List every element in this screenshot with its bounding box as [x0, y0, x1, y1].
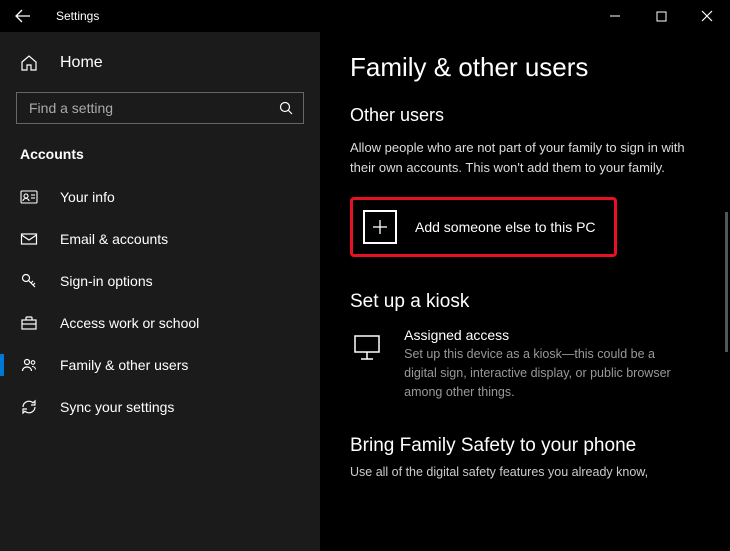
- family-safety-heading: Bring Family Safety to your phone: [350, 435, 690, 457]
- nav-label: Sign-in options: [60, 273, 153, 289]
- nav-email-accounts[interactable]: Email & accounts: [0, 218, 320, 260]
- people-icon: [20, 356, 42, 374]
- nav-label: Access work or school: [60, 315, 199, 331]
- nav-access-work-school[interactable]: Access work or school: [0, 302, 320, 344]
- content-area: Family & other users Other users Allow p…: [320, 32, 730, 551]
- close-button[interactable]: [684, 0, 730, 32]
- nav-label: Email & accounts: [60, 231, 168, 247]
- scrollbar[interactable]: [725, 212, 728, 352]
- home-nav[interactable]: Home: [0, 46, 320, 80]
- briefcase-icon: [20, 314, 42, 332]
- add-user-highlight: Add someone else to this PC: [350, 197, 617, 257]
- plus-icon: [371, 218, 389, 236]
- mail-icon: [20, 230, 42, 248]
- maximize-button[interactable]: [638, 0, 684, 32]
- nav-signin-options[interactable]: Sign-in options: [0, 260, 320, 302]
- assigned-access-desc: Set up this device as a kiosk—this could…: [404, 345, 690, 401]
- sidebar: Home Accounts Your info Email & accounts…: [0, 32, 320, 551]
- key-icon: [20, 272, 42, 290]
- maximize-icon: [656, 11, 667, 22]
- sync-icon: [20, 398, 42, 416]
- nav-label: Sync your settings: [60, 399, 174, 415]
- arrow-left-icon: [15, 8, 31, 24]
- family-safety-desc: Use all of the digital safety features y…: [350, 463, 650, 482]
- search-input[interactable]: [27, 99, 279, 117]
- back-button[interactable]: [0, 0, 46, 32]
- minimize-icon: [609, 10, 621, 22]
- home-label: Home: [60, 54, 103, 72]
- add-user-button[interactable]: [363, 210, 397, 244]
- home-icon: [20, 54, 42, 72]
- nav-label: Your info: [60, 189, 115, 205]
- search-box[interactable]: [16, 92, 304, 124]
- page-title: Family & other users: [350, 52, 690, 83]
- kiosk-icon: [350, 327, 388, 365]
- nav-family-other-users[interactable]: Family & other users: [0, 344, 320, 386]
- person-card-icon: [20, 188, 42, 206]
- kiosk-heading: Set up a kiosk: [350, 291, 690, 313]
- assigned-access-button[interactable]: Assigned access Set up this device as a …: [350, 327, 690, 401]
- nav-your-info[interactable]: Your info: [0, 176, 320, 218]
- close-icon: [701, 10, 713, 22]
- category-heading: Accounts: [0, 142, 320, 176]
- nav-label: Family & other users: [60, 357, 188, 373]
- search-icon: [279, 101, 293, 115]
- assigned-access-title: Assigned access: [404, 327, 690, 343]
- other-users-heading: Other users: [350, 105, 690, 126]
- window-title: Settings: [56, 9, 99, 23]
- nav-sync-settings[interactable]: Sync your settings: [0, 386, 320, 428]
- minimize-button[interactable]: [592, 0, 638, 32]
- other-users-description: Allow people who are not part of your fa…: [350, 138, 690, 177]
- add-user-label: Add someone else to this PC: [415, 219, 596, 235]
